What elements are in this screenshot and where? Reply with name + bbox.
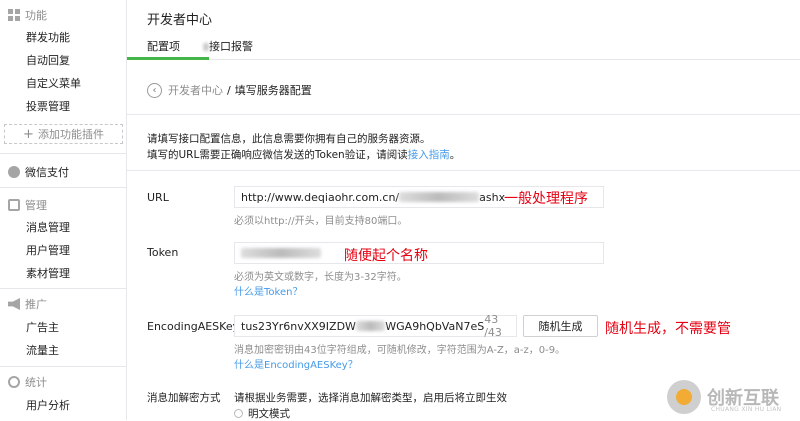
sidebar-section-title: 功能 (25, 9, 47, 22)
encrypt-mode-desc: 请根据业务需要，选择消息加解密类型，启用后将立即生效 (234, 392, 507, 404)
access-guide-link[interactable]: 接入指南 (408, 149, 450, 161)
sidebar-item-user-analysis[interactable]: 用户分析 (26, 396, 70, 414)
aes-key-input[interactable]: tus23Yr6nvXX9IZDW WGA9hQbVaN7eS 43 /43 (234, 313, 517, 339)
url-value-start: http://www.deqiaohr.com.cn/ (241, 190, 400, 204)
aes-key-hint: 消息加密密钥由43位字符组成，可随机修改，字符范围为A-Z，a-z，0-9。 (234, 345, 566, 356)
main-content: 开发者中心 配置项 接口报警 ‹ 开发者中心 / 填写服务器配置 请填写接口配置… (127, 0, 800, 420)
section-divider (127, 170, 800, 171)
redacted-text (241, 248, 321, 258)
sidebar-divider (0, 366, 126, 367)
sidebar-item-auto-reply[interactable]: 自动回复 (26, 51, 70, 69)
active-tab-indicator (127, 57, 209, 60)
aes-key-help-link[interactable]: 什么是EncodingAESKey？ (234, 356, 358, 371)
sidebar-section-function: 功能 (8, 6, 47, 24)
watermark-sub: CHUANG XIN HU LIAN (711, 406, 782, 413)
sidebar-item-materials[interactable]: 素材管理 (26, 264, 70, 282)
tab-config[interactable]: 配置项 (147, 38, 180, 54)
aes-key-value-start: tus23Yr6nvXX9IZDW (241, 319, 356, 333)
breadcrumb-separator: / (227, 83, 231, 97)
token-help-link[interactable]: 什么是Token？ (234, 283, 302, 298)
tab-bar: 配置项 接口报警 (127, 30, 800, 60)
manage-icon (8, 199, 20, 211)
sidebar-section-title: 统计 (25, 376, 47, 389)
token-annotation: 随便起个名称 (344, 248, 428, 264)
stats-icon (8, 376, 20, 388)
intro-line-2: 填写的URL需要正确响应微信发送的Token验证，请阅读接入指南。 (147, 147, 460, 162)
redacted-text (203, 43, 209, 51)
sidebar-section-manage: 管理 (8, 196, 47, 214)
url-annotation: 一般处理程序 (504, 191, 588, 207)
watermark: 创新互联 CHUANG XIN HU LIAN (667, 374, 800, 420)
plaintext-mode-label: 明文模式 (248, 408, 290, 420)
aes-key-counter: 43 /43 (484, 313, 502, 339)
radio-circle (234, 409, 243, 418)
sidebar-divider (0, 187, 126, 188)
sidebar-section-promote: 推广 (8, 295, 47, 313)
sidebar-section-stats: 统计 (8, 373, 47, 391)
sidebar-item-users[interactable]: 用户管理 (26, 241, 70, 259)
brand-logo-icon (667, 380, 701, 414)
plaintext-mode-radio[interactable]: 明文模式 (234, 406, 290, 421)
url-hint: 必须以http://开头，目前支持80端口。 (234, 216, 408, 227)
sidebar-item-publisher[interactable]: 流量主 (26, 341, 59, 359)
sidebar-item-custom-menu[interactable]: 自定义菜单 (26, 74, 81, 92)
sidebar-item-vote[interactable]: 投票管理 (26, 97, 70, 115)
redacted-text (399, 192, 480, 202)
sidebar-section-title: 微信支付 (25, 166, 69, 179)
sidebar-item-messages[interactable]: 消息管理 (26, 218, 70, 236)
aes-key-annotation: 随机生成，不需要管 (605, 321, 731, 337)
promote-icon (8, 298, 20, 310)
tab-alerts-label: 接口报警 (209, 40, 253, 53)
url-label: URL (147, 191, 169, 204)
breadcrumb: ‹ 开发者中心 / 填写服务器配置 (147, 82, 312, 98)
intro-text: 填写的URL需要正确响应微信发送的Token验证，请阅读 (147, 149, 408, 161)
sidebar-divider (0, 153, 126, 154)
token-hint: 必须为英文或数字，长度为3-32字符。 (234, 272, 407, 283)
url-value-end: ashx (479, 190, 506, 204)
plus-icon: + (23, 126, 34, 142)
intro-suffix: 。 (449, 149, 461, 161)
intro-line-1: 请填写接口配置信息，此信息需要你拥有自己的服务器资源。 (147, 133, 431, 145)
redacted-text (355, 321, 386, 331)
tab-alerts[interactable]: 接口报警 (203, 38, 253, 54)
sidebar-item-advertiser[interactable]: 广告主 (26, 318, 59, 336)
sidebar-section-title: 管理 (25, 199, 47, 212)
token-label: Token (147, 246, 179, 259)
sidebar-item-mass-send[interactable]: 群发功能 (26, 28, 70, 46)
breadcrumb-parent[interactable]: 开发者中心 (168, 82, 223, 98)
section-divider (127, 114, 800, 115)
breadcrumb-current: 填写服务器配置 (234, 84, 312, 97)
aes-key-label: EncodingAESKey (147, 320, 240, 333)
aes-key-value-end: WGA9hQbVaN7eS (385, 319, 485, 333)
grid-icon (8, 9, 20, 21)
sidebar-divider (0, 288, 126, 289)
generate-random-button[interactable]: 随机生成 (523, 315, 598, 337)
sidebar: 功能 群发功能 自动回复 自定义菜单 投票管理 + 添加功能插件 微信支付 管理… (0, 0, 127, 420)
sidebar-section-title: 推广 (25, 298, 47, 311)
pay-icon (8, 166, 20, 178)
add-plugin-label: 添加功能插件 (37, 128, 104, 141)
add-plugin-button[interactable]: + 添加功能插件 (4, 124, 123, 144)
page-title: 开发者中心 (147, 13, 213, 28)
sidebar-section-pay[interactable]: 微信支付 (8, 163, 69, 181)
encrypt-mode-label: 消息加解密方式 (147, 392, 221, 404)
back-icon[interactable]: ‹ (147, 82, 162, 98)
